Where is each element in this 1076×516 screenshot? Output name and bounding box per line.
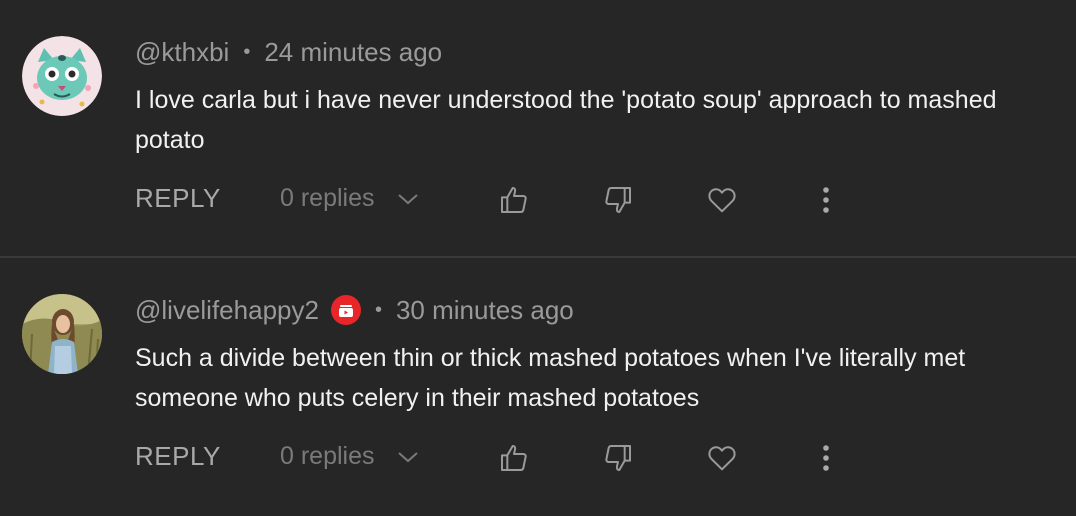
- username[interactable]: @livelifehappy2: [135, 295, 319, 326]
- thumbs-down-icon: [605, 187, 631, 213]
- thumbs-down-icon: [605, 445, 631, 471]
- avatar[interactable]: [22, 36, 102, 116]
- dislike-button[interactable]: [600, 182, 636, 218]
- comment-actions: REPLY 0 replies: [0, 436, 1076, 480]
- separator-dot: •: [374, 298, 382, 321]
- heart-icon: [708, 446, 736, 471]
- chevron-down-icon: [397, 193, 418, 204]
- chevron-down-icon: [397, 451, 418, 462]
- heart-button[interactable]: [704, 182, 740, 218]
- vertical-dots-icon: [823, 445, 829, 471]
- more-options-button[interactable]: [808, 440, 844, 476]
- replies-count: 0 replies: [280, 184, 375, 212]
- comment-item: @livelifehappy2 • 30 minutes ago Such a …: [0, 258, 1076, 516]
- comment-text: I love carla but i have never understood…: [135, 86, 997, 154]
- dislike-button[interactable]: [600, 440, 636, 476]
- avatar[interactable]: [22, 294, 102, 374]
- username[interactable]: @kthxbi: [135, 37, 229, 68]
- comment-meta: @kthxbi • 24 minutes ago: [135, 36, 442, 68]
- replies-toggle[interactable]: 0 replies: [280, 442, 419, 471]
- reply-button[interactable]: REPLY: [135, 441, 221, 472]
- thumbs-up-icon: [501, 187, 527, 213]
- comment-text: Such a divide between thin or thick mash…: [135, 344, 966, 412]
- like-button[interactable]: [496, 440, 532, 476]
- heart-icon: [708, 188, 736, 213]
- person-avatar-icon: [22, 294, 102, 374]
- timestamp[interactable]: 24 minutes ago: [264, 37, 442, 68]
- comment-item: @kthxbi • 24 minutes ago I love carla bu…: [0, 0, 1076, 258]
- subscriber-badge-icon: [330, 295, 361, 325]
- replies-count: 0 replies: [280, 442, 375, 470]
- thumbs-up-icon: [501, 445, 527, 471]
- separator-dot: •: [243, 40, 251, 63]
- comment-actions: REPLY 0 replies: [0, 178, 1076, 222]
- like-button[interactable]: [496, 182, 532, 218]
- reply-button[interactable]: REPLY: [135, 183, 221, 214]
- timestamp[interactable]: 30 minutes ago: [396, 295, 574, 326]
- more-options-button[interactable]: [808, 182, 844, 218]
- heart-button[interactable]: [704, 440, 740, 476]
- cat-avatar-icon: [22, 36, 102, 116]
- vertical-dots-icon: [823, 187, 829, 213]
- comment-meta: @livelifehappy2 • 30 minutes ago: [135, 294, 574, 326]
- replies-toggle[interactable]: 0 replies: [280, 184, 419, 213]
